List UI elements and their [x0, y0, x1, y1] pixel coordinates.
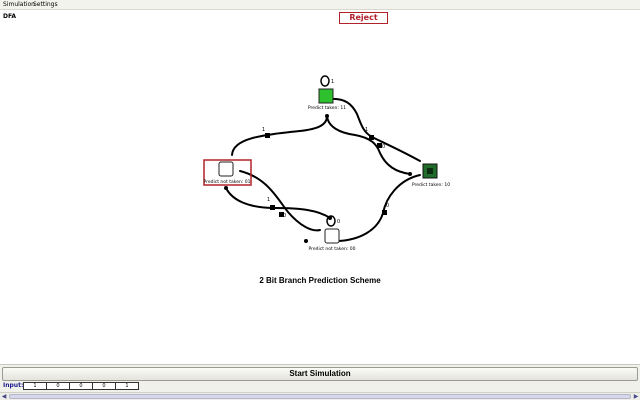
scrollbar-thumb[interactable] — [9, 394, 631, 399]
edge-endpoint — [325, 114, 329, 118]
edge-11-to-01 — [326, 115, 411, 175]
self-loop-label: 1 — [331, 79, 334, 85]
edge-endpoint — [328, 216, 332, 220]
state-11-box — [318, 88, 334, 104]
scroll-right-icon[interactable]: ▶ — [632, 393, 640, 400]
horizontal-scrollbar[interactable]: ◀ ▶ — [0, 392, 640, 400]
transition-edges — [225, 97, 421, 242]
diagram-title: 2 Bit Branch Prediction Scheme — [259, 276, 381, 285]
transition-label: 1 — [262, 127, 265, 133]
state-00-box — [324, 228, 340, 244]
edge-marker — [265, 133, 270, 138]
edge-endpoint — [224, 186, 228, 190]
input-cell[interactable]: 0 — [69, 382, 93, 390]
state-00-label: Predict not taken: 00 — [309, 246, 356, 252]
edge-01-to-11 — [231, 115, 328, 156]
self-loop-11 — [320, 75, 330, 87]
state-11-label: Predict taken: 11 — [308, 105, 346, 111]
transition-label: 0 — [283, 213, 286, 219]
input-cell[interactable]: 0 — [46, 382, 70, 390]
input-cell[interactable]: 1 — [115, 382, 139, 390]
edge-endpoint — [304, 239, 308, 243]
input-cell[interactable]: 0 — [92, 382, 116, 390]
edge-00-to-10 — [337, 174, 421, 242]
edge-marker — [270, 205, 275, 210]
state-01-box — [218, 161, 234, 177]
edge-00-to-01 — [225, 187, 331, 219]
input-cell[interactable]: 1 — [23, 382, 47, 390]
transition-label: 0 — [386, 203, 389, 209]
start-simulation-button[interactable]: Start Simulation — [2, 367, 638, 381]
edge-marker — [369, 135, 374, 140]
state-10-label: Predict taken: 10 — [412, 182, 450, 188]
state-diagram: 1 1 0 1 0 0 1 0 Predict taken: 11 Predic… — [203, 75, 450, 252]
edge-markers — [224, 114, 412, 243]
input-tape: 1 0 0 0 1 — [23, 382, 139, 390]
transition-label: 1 — [267, 197, 270, 203]
edge-marker — [382, 210, 387, 215]
self-loop-label: 0 — [337, 219, 340, 225]
transition-label: 0 — [382, 144, 385, 150]
scroll-left-icon[interactable]: ◀ — [0, 393, 8, 400]
transition-label: 1 — [365, 127, 368, 133]
state-01-label: Predict not taken: 01 — [204, 179, 251, 185]
edge-endpoint — [408, 172, 412, 176]
edge-01-to-00 — [239, 170, 321, 232]
input-label: Input: — [3, 382, 24, 389]
state-10-inner — [427, 168, 433, 174]
